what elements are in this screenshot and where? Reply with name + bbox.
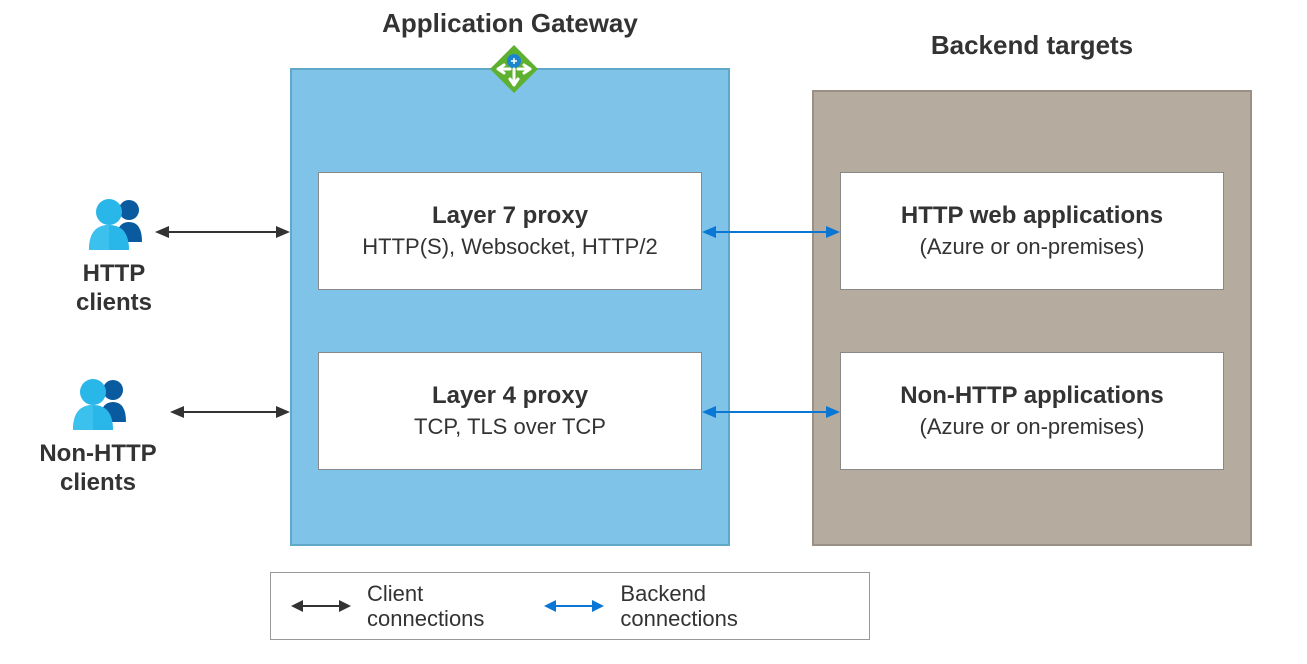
layer7-subtitle: HTTP(S), Websocket, HTTP/2: [319, 234, 701, 260]
gateway-title: Application Gateway: [290, 8, 730, 39]
nonhttp-clients-label: Non-HTTP clients: [28, 440, 168, 498]
backend-title: Backend targets: [812, 30, 1252, 61]
people-icon: [74, 192, 154, 252]
people-icon: [58, 372, 138, 432]
http-apps-subtitle: (Azure or on-premises): [841, 234, 1223, 260]
gateway-icon: [490, 45, 538, 93]
http-applications-box: HTTP web applications (Azure or on-premi…: [840, 172, 1224, 290]
legend-client: Client connections: [291, 581, 484, 632]
layer7-title: Layer 7 proxy: [319, 202, 701, 230]
client-arrow-nonhttp: [170, 402, 290, 422]
architecture-diagram: HTTP clients Non-HTTP clients Applicatio…: [0, 0, 1307, 664]
layer4-title: Layer 4 proxy: [319, 382, 701, 410]
nonhttp-apps-title: Non-HTTP applications: [841, 382, 1223, 410]
nonhttp-apps-subtitle: (Azure or on-premises): [841, 414, 1223, 440]
legend-backend-label: Backend connections: [620, 581, 737, 632]
nonhttp-applications-box: Non-HTTP applications (Azure or on-premi…: [840, 352, 1224, 470]
client-arrow-http: [155, 222, 290, 242]
gateway-container: [290, 68, 730, 546]
double-arrow-black-icon: [291, 596, 351, 616]
http-clients-group: HTTP clients: [44, 192, 184, 318]
layer4-subtitle: TCP, TLS over TCP: [319, 414, 701, 440]
double-arrow-blue-icon: [544, 596, 604, 616]
legend: Client connections Backend connections: [270, 572, 870, 640]
backend-arrow-nonhttp: [702, 402, 840, 422]
legend-client-label: Client connections: [367, 581, 484, 632]
backend-arrow-http: [702, 222, 840, 242]
legend-backend: Backend connections: [544, 581, 737, 632]
backend-container: [812, 90, 1252, 546]
nonhttp-clients-group: Non-HTTP clients: [28, 372, 168, 498]
layer4-proxy-box: Layer 4 proxy TCP, TLS over TCP: [318, 352, 702, 470]
http-apps-title: HTTP web applications: [841, 202, 1223, 230]
http-clients-label: HTTP clients: [44, 260, 184, 318]
layer7-proxy-box: Layer 7 proxy HTTP(S), Websocket, HTTP/2: [318, 172, 702, 290]
